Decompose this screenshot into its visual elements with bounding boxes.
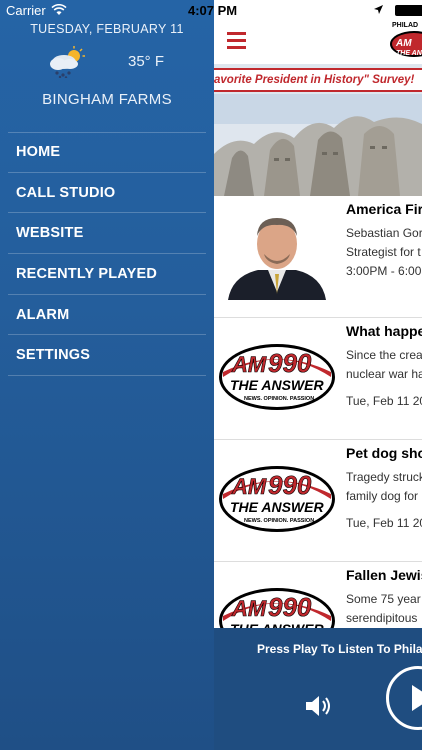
logo-main-text: AM <box>395 38 412 49</box>
menu-item-call-studio[interactable]: CALL STUDIO <box>8 173 206 214</box>
menu-item-home[interactable]: HOME <box>8 132 206 173</box>
play-button[interactable] <box>386 666 422 730</box>
svg-text:AM: AM <box>231 596 267 621</box>
battery-icon <box>395 5 422 16</box>
featured-banner[interactable]: avorite President in History" Survey! <box>214 64 422 196</box>
svg-text:990: 990 <box>268 592 312 622</box>
am990-logo: AM 990 THE ANSWER NEWS. OPINION. PASSION… <box>219 344 335 410</box>
drawer-menu: HOME CALL STUDIO WEBSITE RECENTLY PLAYED… <box>8 132 206 377</box>
clock: 4:07 PM <box>188 3 238 18</box>
svg-text:NEWS. OPINION. PASSION.: NEWS. OPINION. PASSION. <box>244 518 316 524</box>
location-label: BINGHAM FARMS <box>42 91 172 108</box>
svg-text:NEWS. OPINION. PASSION.: NEWS. OPINION. PASSION. <box>244 396 316 402</box>
date-label: TUESDAY, FEBRUARY 11 <box>30 22 184 36</box>
feed-item-title: Pet dog sho <box>346 445 422 461</box>
feed-item-title: What happe <box>346 323 422 339</box>
feed-item[interactable]: AM 990 THE ANSWER NEWS. OPINION. PASSION… <box>214 440 422 562</box>
svg-text:THE ANSWER: THE ANSWER <box>230 377 324 393</box>
feed-item-title: America Fir <box>346 201 422 217</box>
feed-item-date: Tue, Feb 11 20 <box>346 394 422 408</box>
svg-text:AM: AM <box>231 474 267 499</box>
menu-item-recently-played[interactable]: RECENTLY PLAYED <box>8 254 206 295</box>
hamburger-icon[interactable] <box>227 32 246 53</box>
snow-cloud-sun-icon <box>50 46 85 78</box>
mount-rushmore-image <box>214 94 422 196</box>
location-arrow-icon <box>374 5 383 14</box>
logo-top-text: PHILAD <box>392 22 418 29</box>
svg-text:THE ANSWER: THE ANSWER <box>230 499 324 515</box>
svg-text:AM: AM <box>231 352 267 377</box>
player-prompt: Press Play To Listen To Philad <box>257 642 422 656</box>
svg-text:990: 990 <box>268 348 312 378</box>
host-photo <box>218 210 336 300</box>
feed-item-description: Since the crea nuclear war ha <box>346 348 422 381</box>
menu-item-alarm[interactable]: ALARM <box>8 295 206 336</box>
station-logo[interactable]: PHILAD AM THE ANSWER <box>390 18 422 62</box>
main-content-panel[interactable]: PHILAD AM THE ANSWER avorite President i… <box>214 0 422 750</box>
speaker-icon[interactable] <box>304 694 332 718</box>
status-bar: Carrier 4:07 PM <box>0 0 422 20</box>
feed-item-date: Tue, Feb 11 20 <box>346 516 422 530</box>
wifi-icon <box>51 4 67 15</box>
svg-text:THE ANSWER: THE ANSWER <box>396 50 422 57</box>
feed-item-description: Sebastian Gor Strategist for t 3:00PM - … <box>346 226 422 278</box>
feed-item[interactable]: America Fir Sebastian Gor Strategist for… <box>214 196 422 318</box>
feed-item-description: Some 75 year serendipitous <box>346 592 421 625</box>
menu-item-website[interactable]: WEBSITE <box>8 213 206 255</box>
carrier-label: Carrier <box>6 3 46 18</box>
svg-text:990: 990 <box>268 470 312 500</box>
temperature-label: 35° F <box>128 53 165 70</box>
feed-item-title: Fallen Jewis <box>346 567 422 583</box>
feed-item-description: Tragedy struck family dog for <box>346 470 422 503</box>
am990-logo: AM 990 THE ANSWER NEWS. OPINION. PASSION… <box>219 466 335 532</box>
feed-item[interactable]: AM 990 THE ANSWER NEWS. OPINION. PASSION… <box>214 318 422 440</box>
side-drawer: TUESDAY, FEBRUARY 11 35° F BINGHAM FARMS… <box>0 0 214 750</box>
menu-item-settings[interactable]: SETTINGS <box>8 335 206 377</box>
audio-player-bar: Press Play To Listen To Philad <box>214 628 422 750</box>
banner-title: avorite President in History" Survey! <box>214 68 422 92</box>
